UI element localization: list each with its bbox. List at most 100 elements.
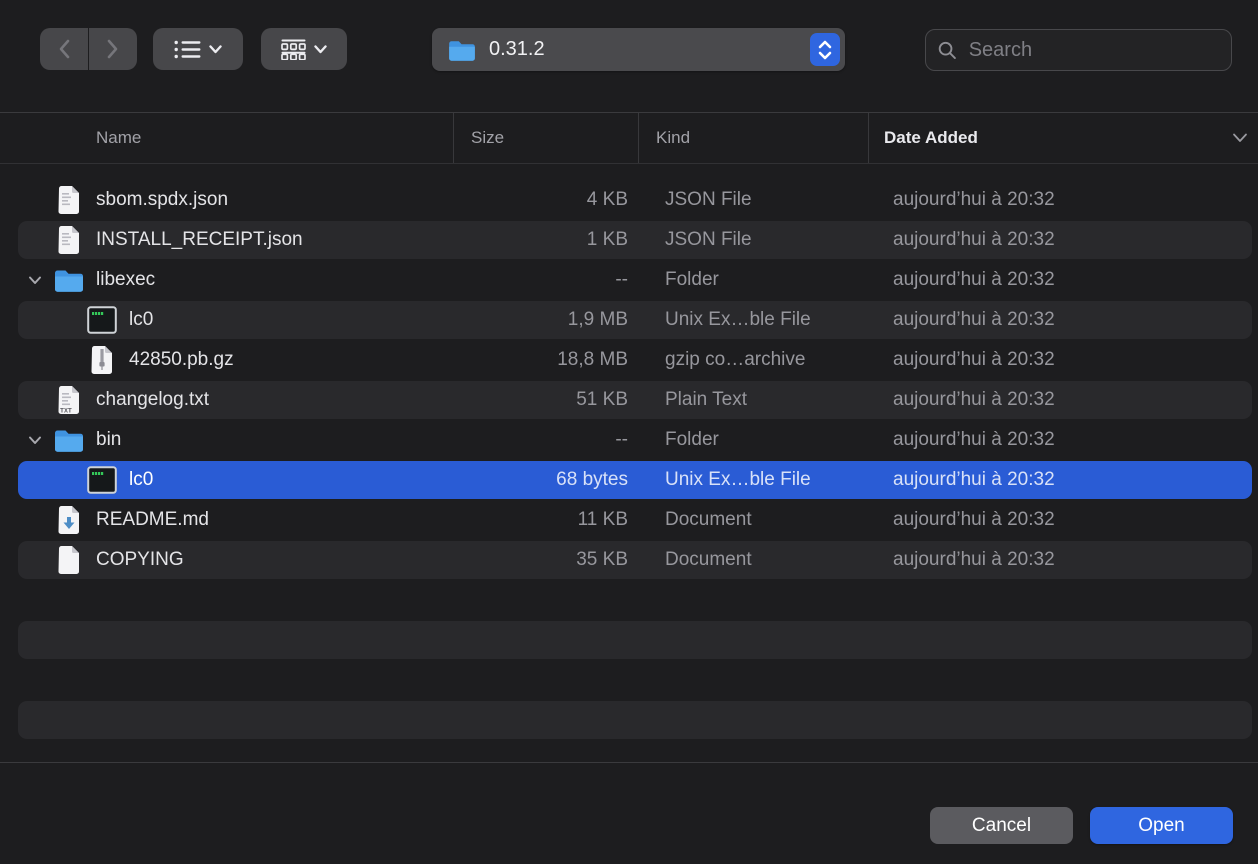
empty-row [0,620,1258,660]
table-row[interactable]: lc0 1,9 MB Unix Ex…ble File aujourd’hui … [0,300,1258,340]
name-cell: lc0 [0,305,453,335]
table-row[interactable]: sbom.spdx.json 4 KB JSON File aujourd’hu… [0,180,1258,220]
row-background [18,621,1252,659]
table-row[interactable]: 42850.pb.gz 18,8 MB gzip co…archive aujo… [0,340,1258,380]
cancel-button[interactable]: Cancel [930,807,1073,844]
file-list: sbom.spdx.json 4 KB JSON File aujourd’hu… [0,164,1258,762]
list-view-icon [174,40,201,59]
file-name: libexec [96,269,155,291]
gallery-view-button[interactable] [261,28,347,70]
kind-cell: Plain Text [638,389,868,411]
table-row[interactable]: COPYING 35 KB Document aujourd’hui à 20:… [0,540,1258,580]
size-cell: 1,9 MB [453,309,638,331]
forward-button[interactable] [89,28,137,70]
kind-cell: Unix Ex…ble File [638,469,868,491]
folder-icon [54,425,84,455]
list-view-button[interactable] [153,28,243,70]
kind-cell: Unix Ex…ble File [638,309,868,331]
table-row[interactable]: lc0 68 bytes Unix Ex…ble File aujourd’hu… [0,460,1258,500]
archive-icon [87,345,117,375]
name-cell: libexec [0,265,453,295]
kind-cell: Document [638,549,868,571]
column-header-kind[interactable]: Kind [638,113,868,163]
open-button[interactable]: Open [1090,807,1233,844]
table-row[interactable]: bin -- Folder aujourd’hui à 20:32 [0,420,1258,460]
date-added-cell: aujourd’hui à 20:32 [868,309,1258,331]
size-cell: 1 KB [453,229,638,251]
file-name: README.md [96,509,209,531]
size-cell: 4 KB [453,189,638,211]
kind-cell: gzip co…archive [638,349,868,371]
kind-cell: JSON File [638,189,868,211]
markdown-doc-icon [54,505,84,535]
row-background [18,701,1252,739]
file-name: lc0 [129,469,153,491]
date-added-cell: aujourd’hui à 20:32 [868,229,1258,251]
file-name: 42850.pb.gz [129,349,234,371]
search-input[interactable] [969,39,1219,62]
folder-icon [54,265,84,295]
name-cell: bin [0,425,453,455]
document-icon [54,545,84,575]
table-row[interactable]: TXT changelog.txt 51 KB Plain Text aujou… [0,380,1258,420]
footer-bar: Cancel Open [0,762,1258,864]
date-added-cell: aujourd’hui à 20:32 [868,469,1258,491]
file-name: lc0 [129,309,153,331]
column-header-size[interactable]: Size [453,113,638,163]
column-header-name[interactable]: Name [0,113,453,163]
file-name: INSTALL_RECEIPT.json [96,229,303,251]
date-added-cell: aujourd’hui à 20:32 [868,389,1258,411]
name-cell: COPYING [0,545,453,575]
size-cell: 68 bytes [453,469,638,491]
disclosure-slot [28,436,54,445]
disclosure-chevron-icon[interactable] [28,276,42,285]
table-row[interactable]: libexec -- Folder aujourd’hui à 20:32 [0,260,1258,300]
terminal-icon [87,305,117,335]
table-row[interactable]: README.md 11 KB Document aujourd’hui à 2… [0,500,1258,540]
empty-row [0,580,1258,620]
json-file-icon [54,225,84,255]
popup-stepper-icon[interactable] [810,33,840,66]
json-file-icon [54,185,84,215]
toolbar: 0.31.2 [0,0,1258,112]
search-icon [938,40,957,61]
file-name: COPYING [96,549,184,571]
kind-cell: Folder [638,429,868,451]
size-cell: -- [453,429,638,451]
name-cell: README.md [0,505,453,535]
sort-direction-icon [1232,133,1248,143]
gallery-view-icon [281,39,306,60]
empty-row [0,660,1258,700]
disclosure-slot [28,276,54,285]
back-button[interactable] [40,28,88,70]
date-added-cell: aujourd’hui à 20:32 [868,189,1258,211]
name-cell: lc0 [0,465,453,495]
date-added-cell: aujourd’hui à 20:32 [868,509,1258,531]
chevron-down-icon [209,45,222,54]
svg-text:TXT: TXT [60,408,72,415]
table-row[interactable]: INSTALL_RECEIPT.json 1 KB JSON File aujo… [0,220,1258,260]
date-added-cell: aujourd’hui à 20:32 [868,429,1258,451]
empty-row [0,700,1258,740]
date-added-cell: aujourd’hui à 20:32 [868,269,1258,291]
date-added-cell: aujourd’hui à 20:32 [868,349,1258,371]
name-cell: sbom.spdx.json [0,185,453,215]
column-header-date-added[interactable]: Date Added [868,113,1258,163]
disclosure-chevron-icon[interactable] [28,436,42,445]
search-field[interactable] [925,29,1232,71]
location-popup-button[interactable]: 0.31.2 [432,28,845,71]
size-cell: 18,8 MB [453,349,638,371]
size-cell: 51 KB [453,389,638,411]
file-name: changelog.txt [96,389,209,411]
name-cell: INSTALL_RECEIPT.json [0,225,453,255]
file-name: bin [96,429,121,451]
txt-file-icon: TXT [54,385,84,415]
chevron-left-icon [58,39,70,59]
row-background [18,581,1252,619]
file-name: sbom.spdx.json [96,189,228,211]
location-popup-value: 0.31.2 [489,38,810,61]
size-cell: 35 KB [453,549,638,571]
kind-cell: JSON File [638,229,868,251]
date-added-cell: aujourd’hui à 20:32 [868,549,1258,571]
terminal-icon [87,465,117,495]
